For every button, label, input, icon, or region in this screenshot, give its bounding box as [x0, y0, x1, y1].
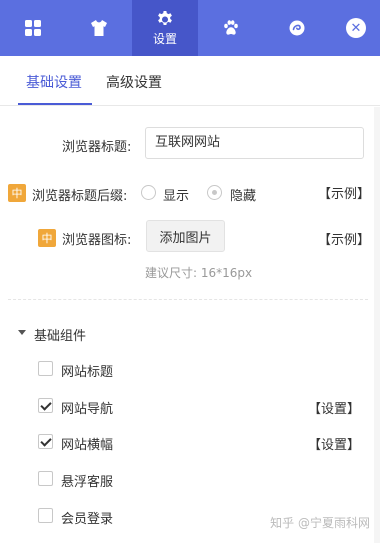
suffix-show-radio[interactable] [141, 185, 156, 200]
component-label-site-banner: 网站横幅 [61, 438, 114, 453]
component-checkbox-site-nav[interactable] [38, 398, 53, 413]
top-toolbar: 设置 ✕ [0, 0, 380, 56]
component-label-site-title: 网站标题 [61, 365, 114, 380]
suffix-hide-label[interactable]: 隐藏 [230, 185, 256, 204]
toolbar-button-settings[interactable]: 设置 [132, 0, 198, 56]
watermark-text: 知乎 @宁夏雨科网 [270, 516, 370, 530]
chinese-lang-badge: 中 [38, 229, 56, 247]
browser-title-input[interactable]: 互联网网站 [145, 127, 364, 159]
components-section-label[interactable]: 基础组件 [34, 325, 86, 344]
icon-example-link[interactable]: 【示例】 [318, 229, 370, 248]
section-divider [8, 299, 368, 300]
toolbar-button-pets[interactable] [198, 0, 264, 56]
shirt-icon [91, 20, 107, 36]
paw-icon [224, 20, 238, 35]
site-banner-settings-link[interactable]: 【设置】 [308, 434, 360, 453]
component-checkbox-site-title[interactable] [38, 361, 53, 376]
suffix-hide-radio[interactable] [207, 185, 222, 200]
gear-icon [158, 11, 172, 25]
suffix-example-link[interactable]: 【示例】 [318, 183, 370, 202]
panel-scrollbar[interactable] [374, 107, 380, 543]
browser-title-label: 浏览器标题: [62, 140, 132, 155]
chinese-lang-badge: 中 [8, 184, 26, 202]
icon-size-hint: 建议尺寸: 16*16px [145, 266, 253, 280]
component-label-site-nav: 网站导航 [61, 402, 114, 417]
component-checkbox-floating-service[interactable] [38, 471, 53, 486]
tab-advanced-settings[interactable]: 高级设置 [106, 72, 162, 92]
component-checkbox-member-login[interactable] [38, 508, 53, 523]
toolbar-button-effects[interactable] [264, 0, 330, 56]
add-image-button[interactable]: 添加图片 [146, 220, 225, 252]
site-nav-settings-link[interactable]: 【设置】 [308, 398, 360, 417]
settings-tabs: 基础设置 高级设置 [0, 56, 380, 106]
title-suffix-label: 浏览器标题后缀: [32, 189, 128, 204]
component-label-member-login: 会员登录 [61, 512, 114, 527]
close-icon: ✕ [350, 20, 362, 36]
suffix-show-label[interactable]: 显示 [163, 185, 189, 204]
toolbar-button-theme[interactable] [66, 0, 132, 56]
toolbar-settings-label: 设置 [152, 32, 177, 46]
component-checkbox-site-banner[interactable] [38, 434, 53, 449]
swirl-icon [289, 20, 305, 36]
browser-icon-label: 浏览器图标: [62, 233, 132, 248]
component-label-floating-service: 悬浮客服 [61, 475, 114, 490]
grid-icon [25, 20, 41, 36]
active-tab-indicator [18, 103, 92, 105]
toolbar-button-layout[interactable] [0, 0, 66, 56]
close-button[interactable]: ✕ [346, 18, 366, 38]
caret-down-icon[interactable] [18, 330, 26, 335]
tab-basic-settings[interactable]: 基础设置 [26, 72, 82, 92]
